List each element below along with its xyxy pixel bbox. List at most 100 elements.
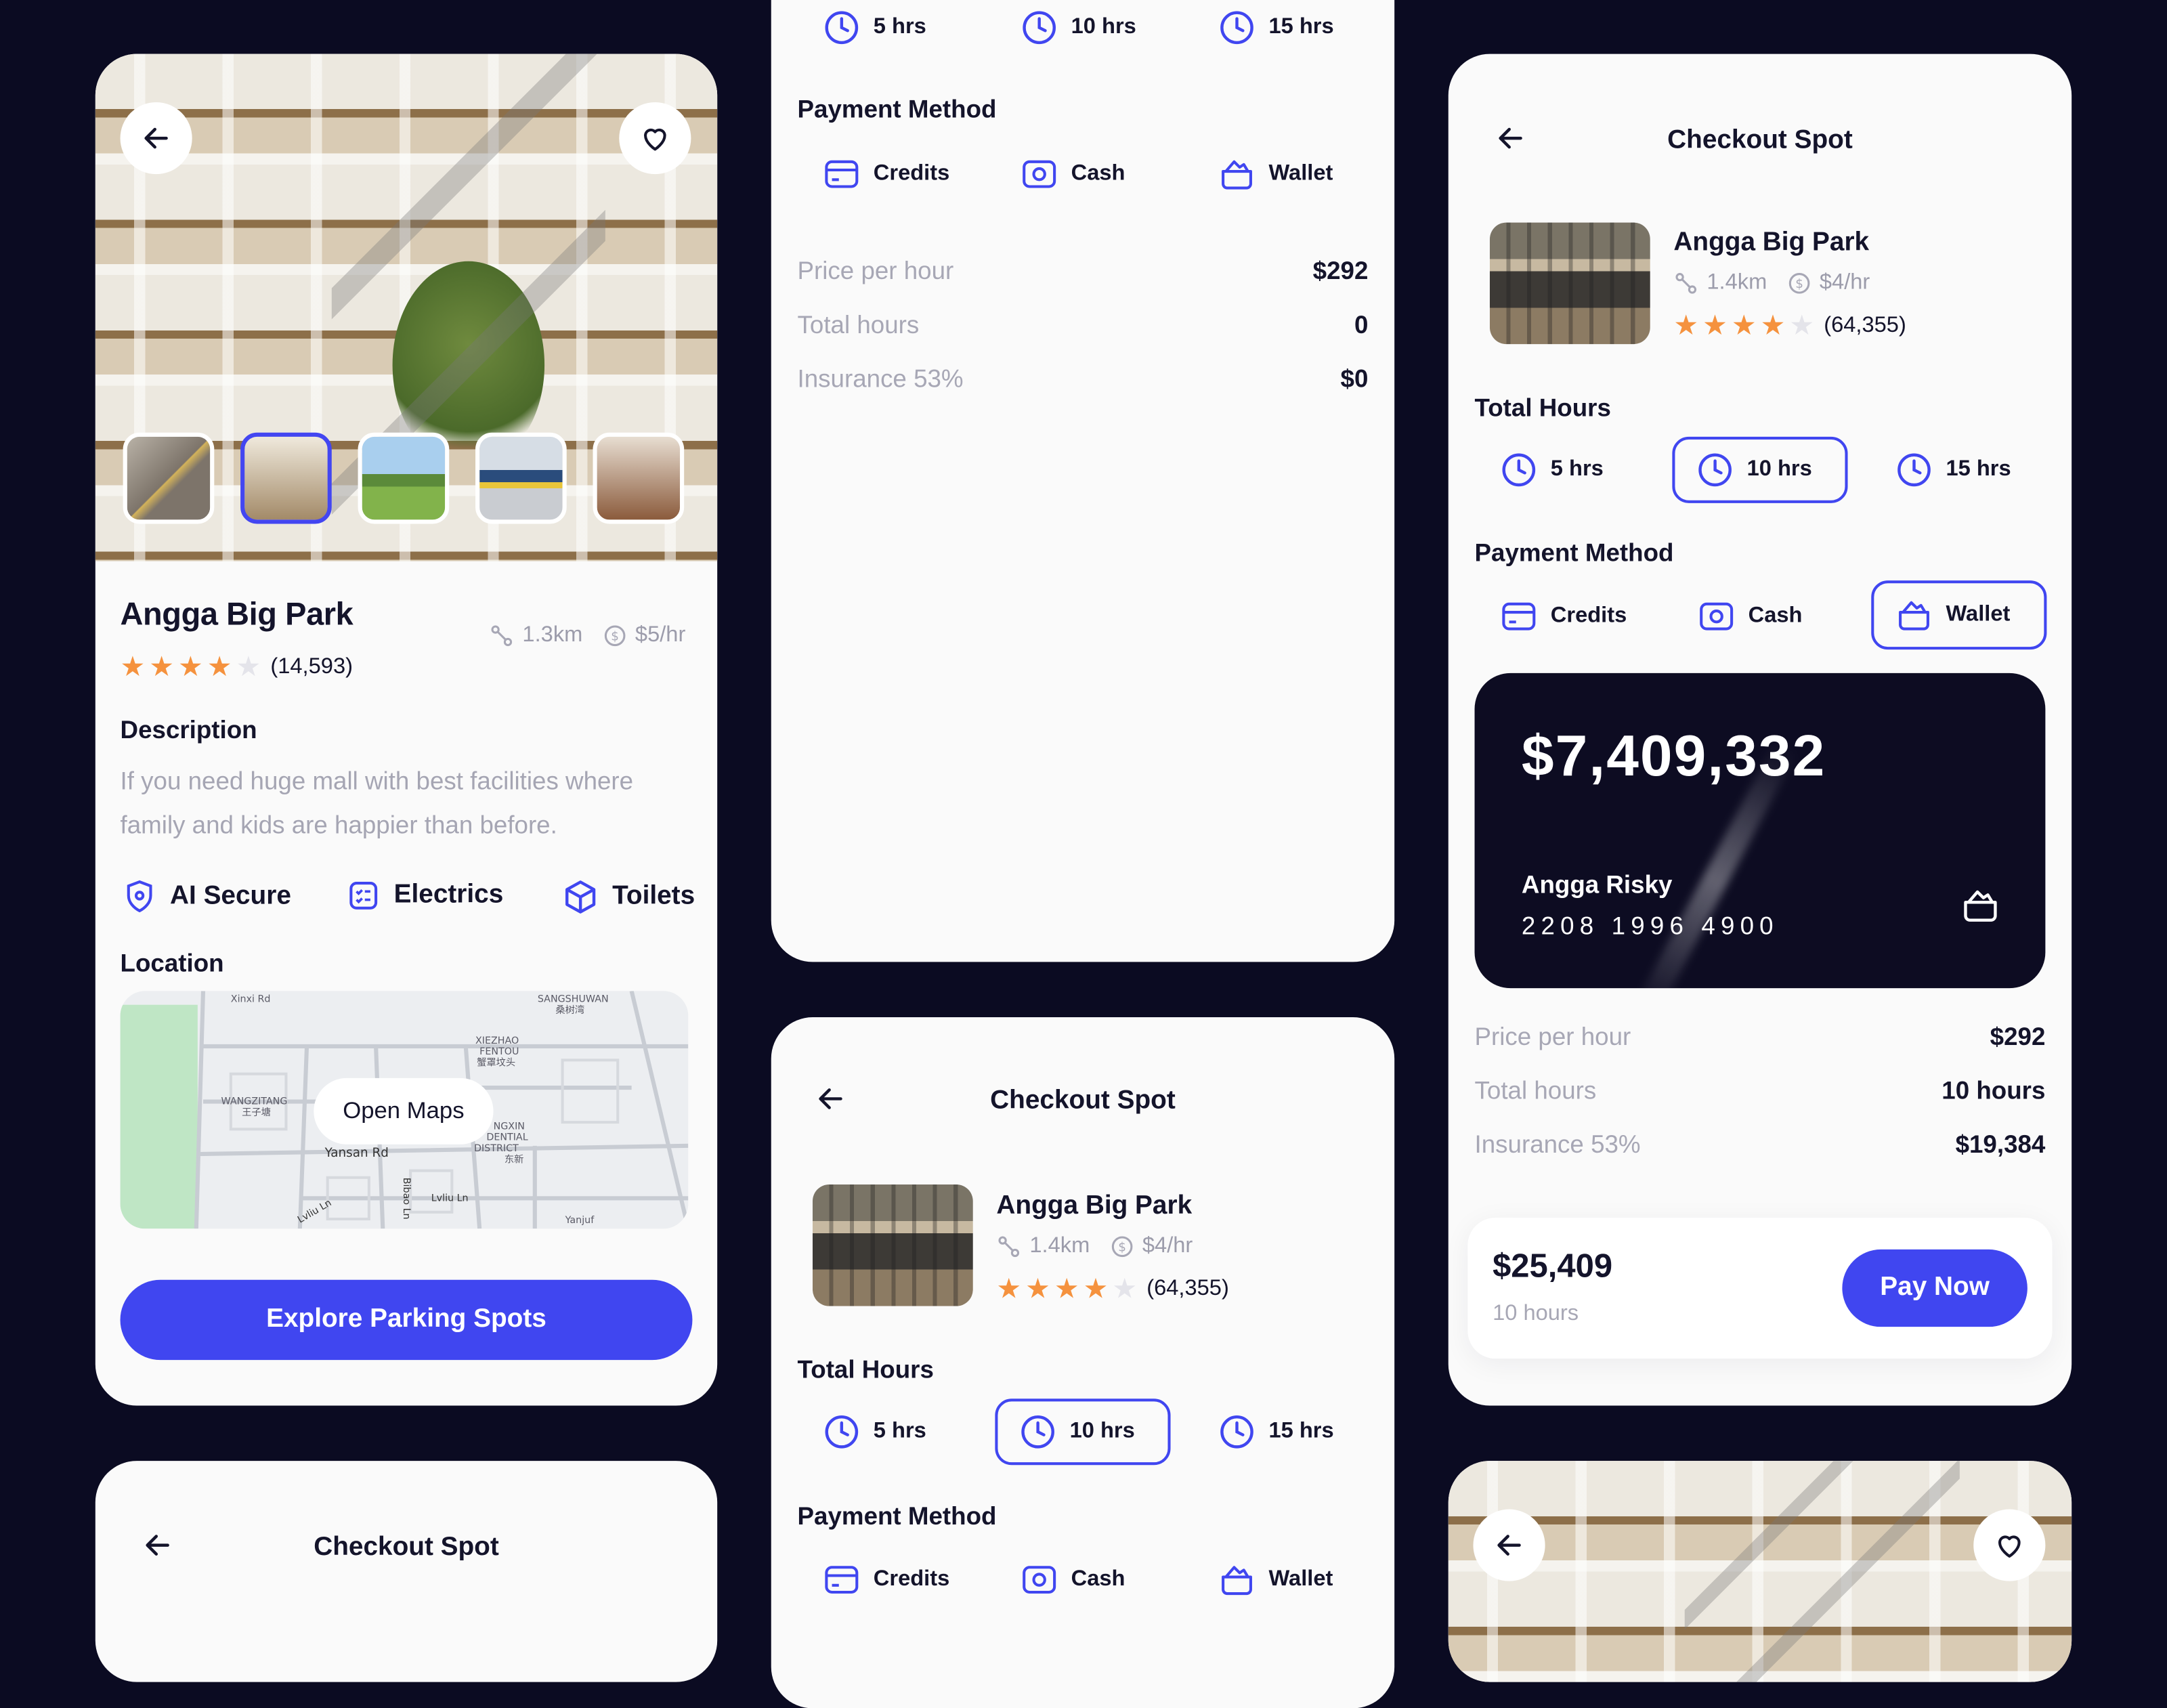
payment-wallet-selected[interactable]: Wallet (1871, 580, 2047, 650)
payment-credits[interactable]: Credits (802, 1547, 949, 1613)
payment-label: Cash (1748, 603, 1803, 628)
summary-value: $292 (1312, 257, 1369, 285)
distance: 1.4km (1707, 270, 1767, 295)
payment-credits[interactable]: Credits (1479, 583, 1627, 649)
heart-icon (644, 128, 666, 151)
star-empty-icon: ★ (236, 652, 261, 683)
payment-label: Wallet (1946, 602, 2011, 626)
map-label: Yansan Rd (324, 1146, 389, 1160)
star-empty-icon: ★ (1112, 1274, 1137, 1305)
rating-stars: ★ ★ ★ ★ ★ (64,355) (996, 1272, 1228, 1306)
hero-photo (1448, 1461, 2072, 1682)
map-label: WANGZITANG (221, 1096, 288, 1107)
credit-card-icon (1502, 602, 1536, 631)
dollar-icon: $ (1788, 273, 1809, 294)
clock-icon (1220, 11, 1253, 45)
box-icon (565, 880, 596, 914)
hours-option[interactable]: 10 hrs (999, 0, 1136, 61)
map-label: 王子塘 (242, 1107, 271, 1118)
hours-option[interactable]: 15 hrs (1197, 1399, 1334, 1465)
price-per-hour: $5/hr (635, 623, 686, 647)
feature-toilets: Toilets (563, 879, 695, 915)
star-icon: ★ (178, 652, 203, 683)
hours-option-selected[interactable]: 10 hrs (995, 1399, 1171, 1466)
total-amount: $25,409 (1493, 1247, 1613, 1285)
payment-heading: Payment Method (797, 1502, 997, 1531)
payment-credits[interactable]: Credits (802, 141, 949, 207)
svg-text:$: $ (1117, 1241, 1125, 1255)
checkout-spot-screen-preview: Checkout Spot (95, 1461, 718, 1682)
map-label: 东新 (505, 1153, 524, 1165)
hours-label: 15 hrs (1268, 15, 1334, 39)
gallery-thumb[interactable] (123, 432, 215, 524)
location-heading: Location (120, 949, 224, 977)
summary-row: Insurance 53% $19,384 (1475, 1130, 2046, 1159)
rating-stars: ★ ★ ★ ★ ★ (64,355) (1673, 308, 1906, 343)
back-button[interactable] (1473, 1509, 1545, 1581)
gallery-thumb[interactable] (593, 432, 685, 524)
hours-option[interactable]: 5 hrs (802, 0, 926, 61)
map-label: DENTIAL (486, 1132, 528, 1143)
svg-text:$: $ (610, 630, 618, 644)
payment-label: Credits (1550, 603, 1627, 628)
hours-label: 10 hrs (1746, 457, 1812, 482)
explore-parking-button[interactable]: Explore Parking Spots (120, 1279, 693, 1361)
payment-cash[interactable]: Cash (1676, 583, 1802, 649)
map-label: 蟹罩坟头 (477, 1056, 515, 1068)
map-label: Bibao Ln (401, 1178, 412, 1220)
summary-value: $0 (1340, 364, 1369, 393)
route-icon (998, 1236, 1020, 1258)
heart-icon (1998, 1535, 2021, 1558)
favorite-button[interactable] (1973, 1509, 2046, 1581)
hours-option-selected[interactable]: 10 hrs (1672, 436, 1848, 503)
gallery-thumb[interactable] (358, 432, 450, 524)
payment-wallet[interactable]: Wallet (1197, 141, 1333, 207)
credit-card-icon (825, 1566, 859, 1594)
summary-label: Insurance 53% (797, 364, 964, 393)
rating-stars: ★ ★ ★ ★ ★ (14,593) (121, 649, 353, 684)
payment-label: Wallet (1268, 161, 1333, 186)
hours-option[interactable]: 5 hrs (802, 1399, 926, 1465)
shield-icon (127, 880, 152, 913)
clock-icon (1021, 1415, 1054, 1449)
spot-name: Angga Big Park (996, 1191, 1193, 1221)
payment-heading: Payment Method (797, 95, 997, 123)
total-hours: 10 hours (1493, 1302, 1579, 1326)
feature-label: Toilets (612, 882, 695, 911)
summary-row: Price per hour $292 (1475, 1023, 2046, 1052)
map-label: 桑树湾 (555, 1004, 584, 1016)
hours-option[interactable]: 15 hrs (1874, 437, 2011, 503)
route-icon (1675, 273, 1697, 294)
map-label: Yanjuf (565, 1215, 595, 1226)
arrow-left-icon (144, 127, 168, 149)
clock-icon (1502, 453, 1536, 487)
clock-icon (825, 1415, 859, 1449)
summary-label: Insurance 53% (1474, 1130, 1641, 1159)
checkout-spot-screen: Checkout Spot Angga Big Park 1.4km $ $4/… (771, 1017, 1395, 1708)
pay-now-button[interactable]: Pay Now (1842, 1249, 2027, 1327)
route-icon (491, 625, 513, 647)
gallery-thumb-selected[interactable] (240, 432, 332, 524)
star-icon: ★ (1731, 311, 1757, 342)
gallery-thumb[interactable] (475, 432, 567, 524)
favorite-button[interactable] (619, 102, 691, 175)
payment-heading: Payment Method (1474, 538, 1674, 567)
hours-option[interactable]: 15 hrs (1197, 0, 1334, 61)
back-button[interactable] (120, 102, 192, 175)
summary-row: Total hours 0 (798, 311, 1369, 340)
payment-wallet[interactable]: Wallet (1197, 1547, 1333, 1613)
map-label: SANGSHUWAN (538, 994, 609, 1005)
star-icon: ★ (1083, 1274, 1109, 1305)
clock-icon (1698, 453, 1732, 487)
hours-option[interactable]: 5 hrs (1479, 437, 1604, 503)
cash-icon (1023, 160, 1056, 188)
hours-label: 5 hrs (873, 15, 926, 39)
star-icon: ★ (996, 1274, 1022, 1305)
payment-cash[interactable]: Cash (999, 1547, 1125, 1613)
payment-cash[interactable]: Cash (999, 141, 1125, 207)
summary-value: 10 hours (1941, 1076, 2046, 1105)
location-map[interactable]: Xinxi Rd SANGSHUWAN 桑树湾 XIEZHAO FENTOU 蟹… (120, 991, 689, 1229)
open-maps-button[interactable]: Open Maps (314, 1077, 494, 1145)
spot-name: Angga Big Park (1673, 228, 1870, 257)
hours-label: 15 hrs (1268, 1419, 1334, 1443)
